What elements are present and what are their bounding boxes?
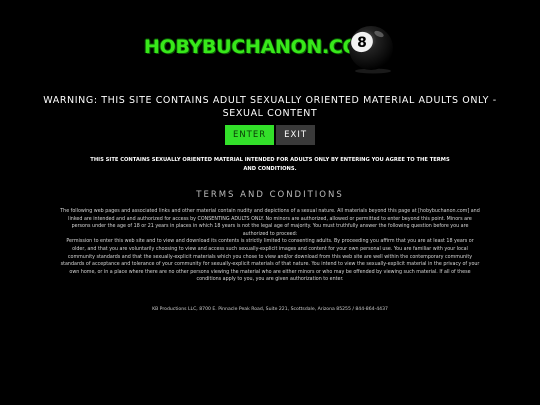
terms-body: The following web pages and associated l…	[60, 208, 480, 284]
company-footer: KB Productions LLC, 8700 E. Pinnacle Pea…	[152, 307, 388, 312]
exit-button[interactable]: EXIT	[276, 125, 316, 145]
eight-ball-icon: 8	[349, 26, 393, 74]
terms-title: TERMS AND CONDITIONS	[196, 190, 344, 200]
entry-button-row: ENTER EXIT	[0, 125, 540, 145]
terms-paragraph-1: The following web pages and associated l…	[60, 209, 480, 237]
ball-number: 8	[357, 35, 367, 51]
terms-paragraph-2: Permission to enter this web site and to…	[60, 239, 480, 283]
enter-button[interactable]: ENTER	[224, 125, 275, 145]
adult-warning-heading: WARNING: THIS SITE CONTAINS ADULT SEXUAL…	[43, 95, 497, 119]
logo-text: HOBYBUCHANON.COM	[144, 36, 378, 58]
agreement-notice: THIS SITE CONTAINS SEXUALLY ORIENTED MAT…	[90, 157, 450, 172]
site-logo: HOBYBUCHANON.COM 8	[144, 22, 400, 82]
